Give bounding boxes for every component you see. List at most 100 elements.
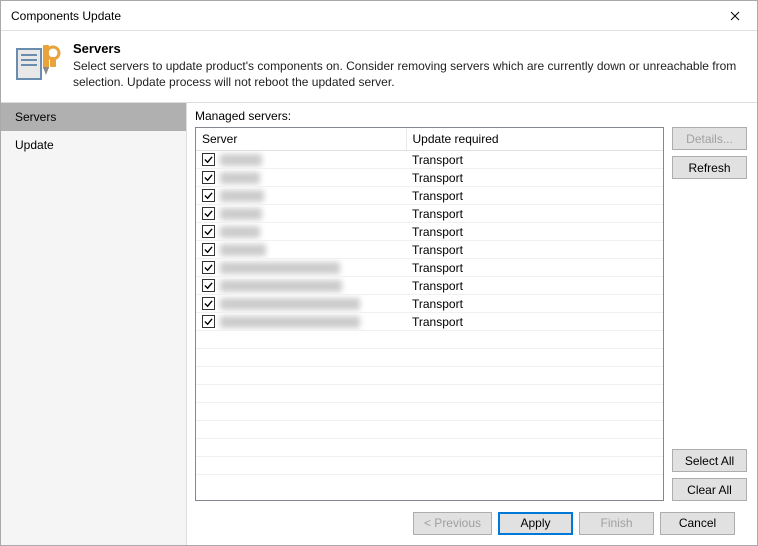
- server-cell: [196, 205, 406, 223]
- table-row[interactable]: Transport: [196, 187, 663, 205]
- table-row: [196, 403, 663, 421]
- update-required-cell: Transport: [406, 259, 663, 277]
- server-checkbox[interactable]: [202, 225, 215, 238]
- server-checkbox[interactable]: [202, 243, 215, 256]
- update-required-cell: Transport: [406, 313, 663, 331]
- window-title: Components Update: [11, 9, 121, 23]
- refresh-button[interactable]: Refresh: [672, 156, 747, 179]
- server-checkbox[interactable]: [202, 297, 215, 310]
- server-name-redacted: [220, 298, 360, 310]
- header: Servers Select servers to update product…: [1, 31, 757, 102]
- update-required-cell: Transport: [406, 187, 663, 205]
- server-checkbox[interactable]: [202, 279, 215, 292]
- check-icon: [204, 173, 213, 182]
- check-icon: [204, 299, 213, 308]
- table-row[interactable]: Transport: [196, 151, 663, 169]
- servers-table-wrap[interactable]: Server Update required TransportTranspor…: [195, 127, 664, 501]
- server-cell: [196, 223, 406, 241]
- server-name-redacted: [220, 280, 342, 292]
- server-name-redacted: [220, 172, 260, 184]
- update-required-cell: Transport: [406, 169, 663, 187]
- clear-all-button[interactable]: Clear All: [672, 478, 747, 501]
- sidebar-item-servers[interactable]: Servers: [1, 103, 186, 131]
- spacer: [672, 185, 747, 443]
- managed-servers-label: Managed servers:: [195, 109, 747, 123]
- server-cell: [196, 169, 406, 187]
- header-description: Select servers to update product's compo…: [73, 58, 745, 90]
- table-row: [196, 439, 663, 457]
- table-row[interactable]: Transport: [196, 169, 663, 187]
- check-icon: [204, 191, 213, 200]
- server-checkbox[interactable]: [202, 261, 215, 274]
- check-icon: [204, 263, 213, 272]
- table-row[interactable]: Transport: [196, 295, 663, 313]
- table-row: [196, 421, 663, 439]
- table-row[interactable]: Transport: [196, 241, 663, 259]
- servers-table: Server Update required TransportTranspor…: [196, 128, 663, 475]
- table-row[interactable]: Transport: [196, 259, 663, 277]
- check-icon: [204, 281, 213, 290]
- close-icon: [730, 11, 740, 21]
- body: ServersUpdate Managed servers: Server Up…: [1, 102, 757, 545]
- dialog-window: Components Update Servers Select servers…: [0, 0, 758, 546]
- details-button[interactable]: Details...: [672, 127, 747, 150]
- finish-button[interactable]: Finish: [579, 512, 654, 535]
- server-checkbox[interactable]: [202, 189, 215, 202]
- table-row[interactable]: Transport: [196, 205, 663, 223]
- server-checkbox[interactable]: [202, 171, 215, 184]
- main-panel: Managed servers: Server Update required …: [187, 103, 757, 545]
- update-required-cell: Transport: [406, 241, 663, 259]
- server-checkbox[interactable]: [202, 315, 215, 328]
- check-icon: [204, 155, 213, 164]
- table-row[interactable]: Transport: [196, 223, 663, 241]
- update-required-cell: Transport: [406, 295, 663, 313]
- update-required-cell: Transport: [406, 205, 663, 223]
- check-icon: [204, 227, 213, 236]
- table-row[interactable]: Transport: [196, 313, 663, 331]
- table-row: [196, 385, 663, 403]
- check-icon: [204, 245, 213, 254]
- titlebar: Components Update: [1, 1, 757, 31]
- col-update[interactable]: Update required: [406, 128, 663, 151]
- check-icon: [204, 317, 213, 326]
- table-row: [196, 367, 663, 385]
- previous-button[interactable]: < Previous: [413, 512, 492, 535]
- header-text: Servers Select servers to update product…: [73, 39, 745, 90]
- table-row: [196, 349, 663, 367]
- server-name-redacted: [220, 244, 266, 256]
- server-cell: [196, 277, 406, 295]
- main-row: Server Update required TransportTranspor…: [195, 127, 747, 501]
- table-row[interactable]: Transport: [196, 277, 663, 295]
- cancel-button[interactable]: Cancel: [660, 512, 735, 535]
- server-name-redacted: [220, 190, 264, 202]
- table-row: [196, 457, 663, 475]
- update-required-cell: Transport: [406, 223, 663, 241]
- sidebar: ServersUpdate: [1, 103, 187, 545]
- server-name-redacted: [220, 226, 260, 238]
- server-name-redacted: [220, 262, 340, 274]
- server-cell: [196, 151, 406, 169]
- server-cell: [196, 259, 406, 277]
- server-name-redacted: [220, 316, 360, 328]
- server-cell: [196, 295, 406, 313]
- server-name-redacted: [220, 154, 262, 166]
- update-required-cell: Transport: [406, 151, 663, 169]
- server-update-icon: [13, 39, 61, 87]
- select-all-button[interactable]: Select All: [672, 449, 747, 472]
- update-required-cell: Transport: [406, 277, 663, 295]
- side-buttons: Details... Refresh Select All Clear All: [672, 127, 747, 501]
- server-cell: [196, 313, 406, 331]
- server-checkbox[interactable]: [202, 207, 215, 220]
- apply-button[interactable]: Apply: [498, 512, 573, 535]
- col-server[interactable]: Server: [196, 128, 406, 151]
- sidebar-item-update[interactable]: Update: [1, 131, 186, 159]
- server-cell: [196, 241, 406, 259]
- check-icon: [204, 209, 213, 218]
- header-title: Servers: [73, 41, 745, 56]
- close-button[interactable]: [712, 1, 757, 31]
- server-name-redacted: [220, 208, 262, 220]
- server-cell: [196, 187, 406, 205]
- footer: < Previous Apply Finish Cancel: [195, 501, 747, 545]
- table-row: [196, 331, 663, 349]
- server-checkbox[interactable]: [202, 153, 215, 166]
